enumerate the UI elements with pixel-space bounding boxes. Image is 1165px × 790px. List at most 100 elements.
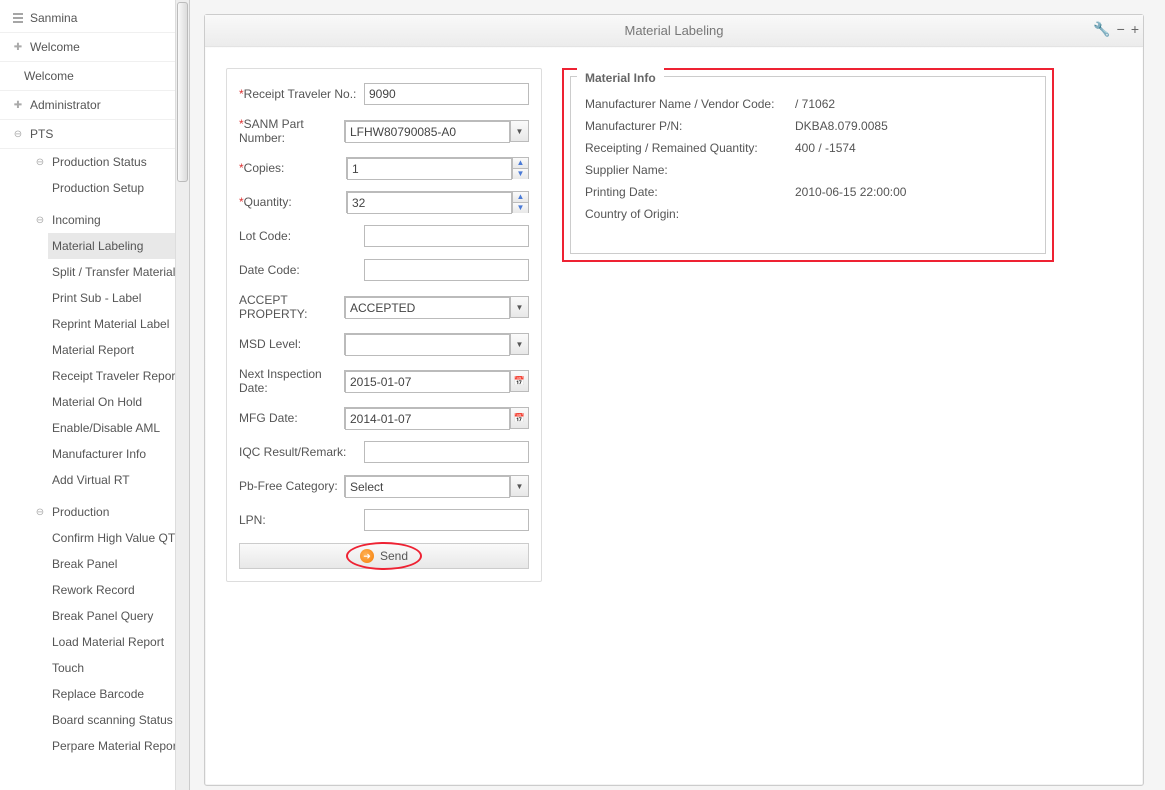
plus-icon: ✚	[12, 99, 24, 111]
sidebar-scroll-thumb[interactable]	[177, 2, 188, 182]
sidebar-item-incoming-2[interactable]: Print Sub - Label	[48, 285, 189, 311]
sidebar-item-welcome2[interactable]: Welcome	[0, 62, 189, 91]
sidebar-item-production-5[interactable]: Touch	[48, 655, 189, 681]
sidebar-item-production-3[interactable]: Break Panel Query	[48, 603, 189, 629]
date-code-label: Date Code:	[239, 263, 358, 277]
sidebar-item-incoming-9[interactable]: Add Virtual RT	[48, 467, 189, 493]
sidebar-item-production[interactable]: ⊖ Production	[30, 499, 189, 525]
sidebar-item-administrator[interactable]: ✚ Administrator	[0, 91, 189, 120]
panel-header: Material Labeling 🔧 − +	[205, 15, 1143, 47]
sidebar-root-sanmina[interactable]: Sanmina	[0, 4, 189, 33]
sidebar-item-label: Board scanning Status	[52, 713, 173, 727]
sidebar-item-production-4[interactable]: Load Material Report	[48, 629, 189, 655]
sidebar-item-label: PTS	[30, 127, 53, 141]
sidebar-item-label: Perpare Material Report	[52, 739, 180, 753]
material-info-panel: Material Info Manufacturer Name / Vendor…	[570, 76, 1046, 254]
dropdown-icon[interactable]: ▼	[510, 121, 528, 141]
sidebar-root-label: Sanmina	[30, 11, 77, 25]
next-inspection-label: Next Inspection Date:	[239, 367, 338, 395]
sidebar-item-label: Print Sub - Label	[52, 291, 141, 305]
date-code-input[interactable]	[364, 259, 529, 281]
minus-icon: ⊖	[12, 128, 24, 140]
msd-level-input[interactable]	[345, 334, 510, 356]
iqc-result-input[interactable]	[364, 441, 529, 463]
send-button-label: Send	[380, 549, 408, 563]
mfg-date-input[interactable]	[345, 408, 510, 430]
pb-free-input[interactable]	[345, 476, 510, 498]
sidebar-item-incoming-6[interactable]: Material On Hold	[48, 389, 189, 415]
info-row: Receipting / Remained Quantity:400 / -15…	[585, 137, 1031, 159]
spinner-down-icon[interactable]: ▼	[513, 203, 528, 213]
sidebar-item-production-6[interactable]: Replace Barcode	[48, 681, 189, 707]
spinner-down-icon[interactable]: ▼	[513, 169, 528, 179]
sidebar-item-production-0[interactable]: Confirm High Value QTY	[48, 525, 189, 551]
sidebar-item-incoming-0[interactable]: Material Labeling	[48, 233, 189, 259]
minus-icon: ⊖	[34, 156, 46, 168]
info-value: 2010-06-15 22:00:00	[795, 185, 906, 199]
sidebar-item-label: Replace Barcode	[52, 687, 144, 701]
app-root: Sanmina ✚ Welcome Welcome ✚ Administrato…	[0, 0, 1165, 790]
sidebar-item-incoming-4[interactable]: Material Report	[48, 337, 189, 363]
sidebar-item-label: Confirm High Value QTY	[52, 531, 183, 545]
info-label: Country of Origin:	[585, 207, 795, 221]
sidebar-item-label: Manufacturer Info	[52, 447, 146, 461]
receipt-traveler-input[interactable]	[364, 83, 529, 105]
expand-icon[interactable]: +	[1131, 21, 1139, 38]
info-value: DKBA8.079.0085	[795, 119, 888, 133]
info-row: Manufacturer P/N:DKBA8.079.0085	[585, 115, 1031, 137]
lot-code-label: Lot Code:	[239, 229, 358, 243]
sidebar-item-production-1[interactable]: Break Panel	[48, 551, 189, 577]
sidebar-item-label: Production Status	[52, 155, 147, 169]
sidebar-item-label: Receipt Traveler Report	[52, 369, 179, 383]
sidebar-item-label: Break Panel	[52, 557, 117, 571]
sidebar-item-production-setup[interactable]: Production Setup	[48, 175, 189, 201]
main-area: Material Labeling 🔧 − + *Receipt Travele…	[190, 0, 1165, 790]
send-button[interactable]: ➜ Send	[239, 543, 529, 569]
dropdown-icon[interactable]: ▼	[510, 476, 528, 496]
sidebar-item-label: Welcome	[24, 69, 74, 83]
material-info-title: Material Info	[577, 67, 664, 91]
sidebar-item-label: Rework Record	[52, 583, 135, 597]
sanm-part-input[interactable]	[345, 121, 510, 143]
spinner-up-icon[interactable]: ▲	[513, 192, 528, 203]
form-panel: *Receipt Traveler No.: *SANM Part Number…	[226, 68, 542, 582]
sidebar-item-production-7[interactable]: Board scanning Status	[48, 707, 189, 733]
sidebar-item-incoming-1[interactable]: Split / Transfer Material	[48, 259, 189, 285]
next-inspection-input[interactable]	[345, 371, 510, 393]
sidebar-item-label: Reprint Material Label	[52, 317, 169, 331]
sidebar-item-label: Incoming	[52, 213, 101, 227]
sidebar: Sanmina ✚ Welcome Welcome ✚ Administrato…	[0, 0, 190, 790]
copies-label: *Copies:	[239, 161, 340, 175]
spinner-up-icon[interactable]: ▲	[513, 158, 528, 169]
sidebar-item-label: Add Virtual RT	[52, 473, 130, 487]
sidebar-item-production-8[interactable]: Perpare Material Report	[48, 733, 189, 759]
calendar-icon[interactable]: 📅	[510, 371, 528, 391]
copies-input[interactable]	[347, 158, 512, 180]
sidebar-item-production-2[interactable]: Rework Record	[48, 577, 189, 603]
lpn-input[interactable]	[364, 509, 529, 531]
sidebar-item-pts[interactable]: ⊖ PTS	[0, 120, 189, 149]
calendar-icon[interactable]: 📅	[510, 408, 528, 428]
sidebar-item-incoming-8[interactable]: Manufacturer Info	[48, 441, 189, 467]
msd-level-label: MSD Level:	[239, 337, 338, 351]
sidebar-item-production-status[interactable]: ⊖ Production Status	[30, 149, 189, 175]
info-label: Manufacturer P/N:	[585, 119, 795, 133]
accept-property-input[interactable]	[345, 297, 510, 319]
minimize-icon[interactable]: −	[1117, 21, 1125, 38]
sidebar-item-incoming-3[interactable]: Reprint Material Label	[48, 311, 189, 337]
lot-code-input[interactable]	[364, 225, 529, 247]
sidebar-item-incoming-7[interactable]: Enable/Disable AML	[48, 415, 189, 441]
send-arrow-icon: ➜	[360, 549, 374, 563]
info-label: Supplier Name:	[585, 163, 795, 177]
sidebar-item-incoming[interactable]: ⊖ Incoming	[30, 207, 189, 233]
quantity-input[interactable]	[347, 192, 512, 214]
wrench-icon[interactable]: 🔧	[1093, 21, 1110, 38]
sidebar-item-incoming-5[interactable]: Receipt Traveler Report	[48, 363, 189, 389]
dropdown-icon[interactable]: ▼	[510, 297, 528, 317]
sidebar-scrollbar[interactable]	[175, 0, 189, 790]
sidebar-item-welcome[interactable]: ✚ Welcome	[0, 33, 189, 62]
minus-icon: ⊖	[34, 506, 46, 518]
dropdown-icon[interactable]: ▼	[510, 334, 528, 354]
receipt-traveler-label: *Receipt Traveler No.:	[239, 87, 358, 101]
main-panel: Material Labeling 🔧 − + *Receipt Travele…	[204, 14, 1144, 786]
